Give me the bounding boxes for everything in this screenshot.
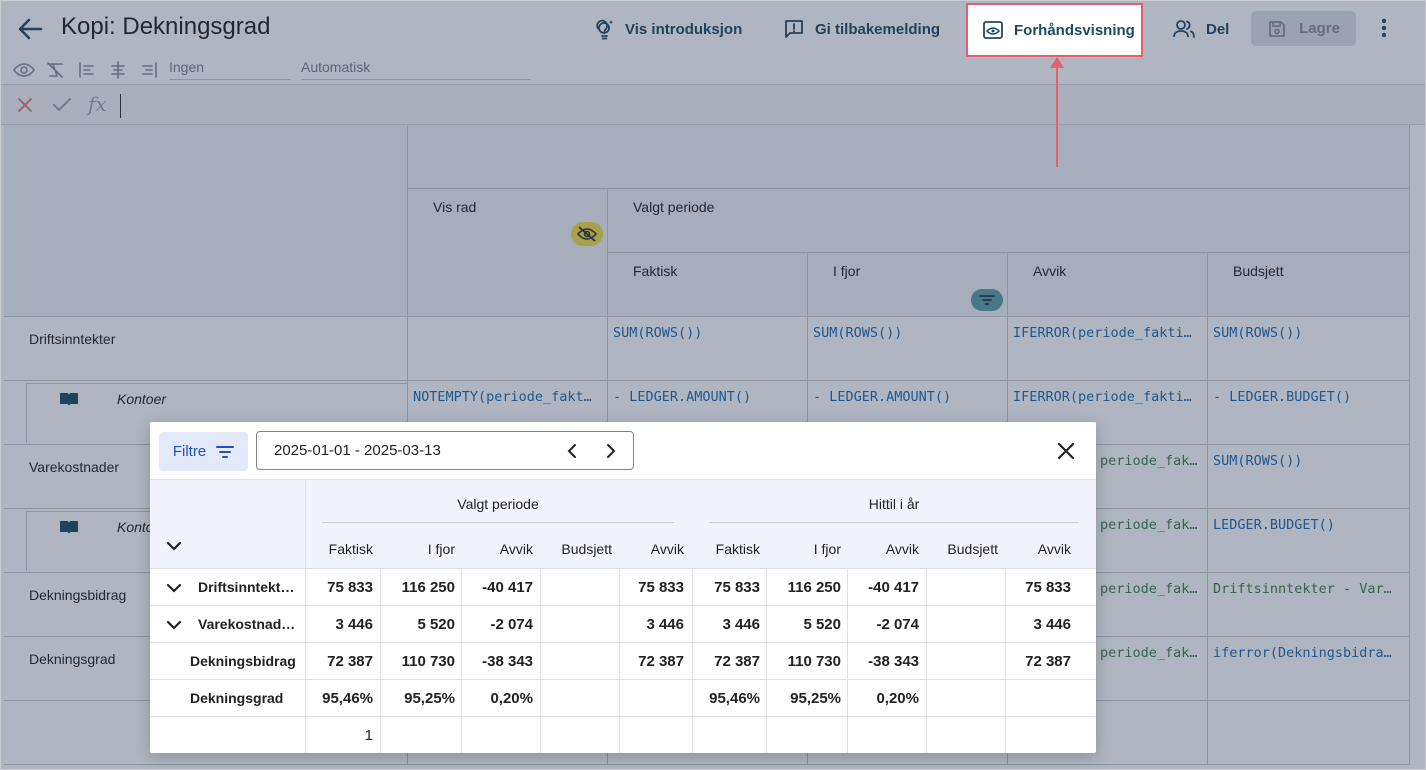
col-header: Faktisk <box>328 541 373 557</box>
col-header: Avvik <box>885 541 919 557</box>
row-label: Dekningsbidrag <box>190 653 296 669</box>
col-divider <box>847 717 848 753</box>
value-cell: 110 730 <box>401 653 455 670</box>
filter-lines-icon <box>216 445 235 458</box>
filter-button[interactable]: Filtre <box>159 432 248 471</box>
row-label: Dekningsgrad <box>190 690 284 706</box>
col-divider <box>766 717 767 753</box>
value-cell: 5 520 <box>803 616 841 633</box>
preview-button[interactable]: Forhåndsvisning <box>982 17 1135 43</box>
col-divider <box>1005 717 1006 753</box>
col-header: Faktisk <box>715 541 760 557</box>
value-cell: 95,46% <box>709 690 760 707</box>
value-cell: 95,46% <box>322 690 373 707</box>
close-icon[interactable] <box>1054 439 1078 463</box>
value-cell: 75 833 <box>714 579 760 596</box>
preview-table-row[interactable]: 1 <box>150 716 1096 753</box>
value-cell: -40 417 <box>868 579 919 596</box>
value-cell: 3 446 <box>646 616 684 633</box>
col-header: Budsjett <box>947 541 998 557</box>
value-cell: 116 250 <box>787 579 841 596</box>
value-cell: 75 833 <box>1025 579 1071 596</box>
value-cell: -38 343 <box>868 653 919 670</box>
preview-table-row[interactable]: Dekningsgrad 95,46% 95,25% 0,20% 95,46% 95,25… <box>150 679 1096 716</box>
preview-table-row[interactable]: Varekostnad… 3 446 5 520 -2 074 3 446 3 446 5 … <box>150 605 1096 642</box>
col-divider <box>540 643 541 679</box>
modal-header: Filtre 2025-01-01 - 2025-03-13 <box>150 422 1096 480</box>
preview-table-row[interactable]: Driftsinntekt… 75 833 116 250 -40 417 75 833… <box>150 568 1096 605</box>
date-range-text: 2025-01-01 - 2025-03-13 <box>274 442 441 459</box>
preview-eye-icon <box>983 21 1003 39</box>
chevron-left-icon[interactable] <box>564 442 580 460</box>
value-cell: 0,20% <box>490 690 533 707</box>
value-cell: -2 074 <box>876 616 919 633</box>
group-underline <box>322 522 674 523</box>
value-cell: -2 074 <box>490 616 533 633</box>
app-root: Kopi: Dekningsgrad Vis introduksjon Gi t… <box>0 0 1426 770</box>
col-divider <box>1005 680 1006 716</box>
value-cell: 72 387 <box>714 653 760 670</box>
chevron-down-icon[interactable] <box>166 581 182 595</box>
preview-modal: Filtre 2025-01-01 - 2025-03-13 Valgt per… <box>150 422 1096 753</box>
value-cell: 116 250 <box>401 579 455 596</box>
value-cell: 3 446 <box>335 616 373 633</box>
group-underline <box>709 522 1079 523</box>
col-divider <box>380 717 381 753</box>
col-header: I fjor <box>813 541 841 557</box>
filter-label: Filtre <box>172 443 207 460</box>
value-cell: 72 387 <box>638 653 684 670</box>
col-divider <box>619 717 620 753</box>
chevron-down-icon[interactable] <box>166 539 182 553</box>
value-cell: 72 387 <box>1025 653 1071 670</box>
col-header: Avvik <box>499 541 533 557</box>
value-cell: 1 <box>364 727 373 744</box>
value-cell: -38 343 <box>482 653 533 670</box>
value-cell: 95,25% <box>790 690 841 707</box>
row-label: Varekostnad… <box>198 616 296 632</box>
value-cell: 0,20% <box>876 690 919 707</box>
value-cell: 3 446 <box>1033 616 1071 633</box>
col-divider <box>926 606 927 642</box>
value-cell: 75 833 <box>327 579 373 596</box>
value-cell: 3 446 <box>722 616 760 633</box>
row-label: Driftsinntekt… <box>198 579 295 595</box>
col-divider <box>692 717 693 753</box>
value-cell: 72 387 <box>327 653 373 670</box>
col-divider <box>540 606 541 642</box>
value-cell: -40 417 <box>482 579 533 596</box>
annotation-arrow-line <box>1056 67 1058 167</box>
date-range-selector[interactable]: 2025-01-01 - 2025-03-13 <box>256 431 634 470</box>
col-header: I fjor <box>427 541 455 557</box>
col-header: Budsjett <box>561 541 612 557</box>
preview-table-row[interactable]: Dekningsbidrag 72 387 110 730 -38 343 72 387… <box>150 642 1096 679</box>
value-cell: 5 520 <box>417 616 455 633</box>
group-header-valgt-periode: Valgt periode <box>457 496 539 512</box>
chevron-right-icon[interactable] <box>603 442 619 460</box>
col-divider <box>540 569 541 605</box>
col-header: Avvik <box>1037 541 1071 557</box>
col-divider <box>619 680 620 716</box>
chevron-down-icon[interactable] <box>166 618 182 632</box>
preview-label: Forhåndsvisning <box>1014 21 1135 39</box>
col-divider <box>540 717 541 753</box>
group-header-hittil-i-aar: Hittil i år <box>868 496 920 512</box>
col-divider <box>926 569 927 605</box>
value-cell: 95,25% <box>404 690 455 707</box>
col-divider <box>540 680 541 716</box>
value-cell: 110 730 <box>787 653 841 670</box>
col-divider <box>926 717 927 753</box>
col-divider <box>926 680 927 716</box>
preview-button-highlight: Forhåndsvisning <box>966 3 1143 57</box>
col-divider <box>926 643 927 679</box>
value-cell: 75 833 <box>638 579 684 596</box>
preview-table-header: Valgt periode Hittil i år Faktisk I fjor… <box>150 480 1096 568</box>
col-header: Avvik <box>650 541 684 557</box>
col-divider <box>461 717 462 753</box>
